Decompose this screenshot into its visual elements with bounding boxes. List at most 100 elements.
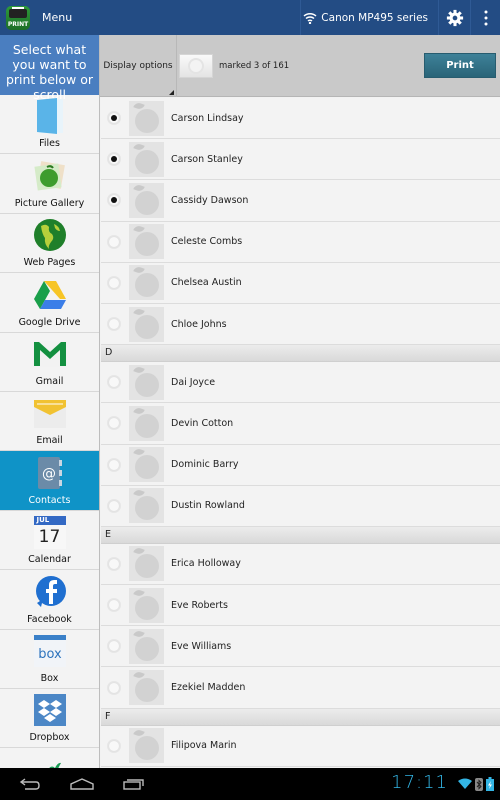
- contact-row[interactable]: Dai Joyce: [101, 362, 500, 404]
- sidebar-item-files[interactable]: Files: [0, 95, 99, 155]
- more-vertical-icon: [484, 10, 487, 25]
- checked-dot-icon: [111, 197, 117, 204]
- contact-checkbox[interactable]: [107, 416, 121, 431]
- sidebar-item-more[interactable]: [0, 748, 99, 768]
- wifi-icon: [303, 12, 317, 24]
- contact-row[interactable]: Chloe Johns: [101, 304, 500, 346]
- sidebar-item-label: Email: [36, 435, 63, 447]
- contact-checkbox-checked[interactable]: [107, 111, 121, 126]
- contact-name: Chloe Johns: [171, 318, 227, 330]
- checked-dot-icon: [111, 115, 117, 122]
- wifi-signal-icon: [458, 778, 472, 789]
- contact-row[interactable]: Eve Roberts: [101, 585, 500, 627]
- settings-button[interactable]: [438, 0, 470, 35]
- mark-all-toggle[interactable]: [179, 53, 213, 78]
- printer-selector[interactable]: Canon MP495 series: [300, 0, 438, 35]
- contact-row[interactable]: Carson Lindsay: [101, 98, 500, 140]
- sidebar-item-label: Facebook: [27, 613, 72, 625]
- contact-row[interactable]: Ezekiel Madden: [101, 667, 500, 709]
- back-button[interactable]: [6, 768, 54, 800]
- contact-checkbox[interactable]: [107, 234, 121, 249]
- contact-checkbox[interactable]: [107, 457, 121, 472]
- sidebar-item-label: Dropbox: [29, 732, 70, 744]
- facebook-icon: [33, 574, 67, 610]
- contact-checkbox[interactable]: [107, 556, 121, 571]
- recent-apps-button[interactable]: [110, 768, 158, 800]
- contact-checkbox-checked[interactable]: [107, 152, 121, 167]
- contact-row[interactable]: Dustin Rowland: [101, 486, 500, 527]
- calendar-icon: JUL 17: [33, 514, 67, 550]
- hummingbird-icon: [33, 752, 67, 768]
- sidebar-item-label: Google Drive: [18, 316, 81, 328]
- contact-checkbox[interactable]: [107, 680, 121, 695]
- status-icons: [458, 777, 494, 791]
- contact-checkbox[interactable]: [107, 375, 121, 390]
- app-logo-icon[interactable]: PRINT: [6, 5, 30, 30]
- app-logo-label: PRINT: [7, 20, 29, 28]
- contact-name: Ezekiel Madden: [171, 682, 246, 694]
- sidebar-item-dropbox[interactable]: Dropbox: [0, 689, 99, 749]
- sidebar-item-label: Gmail: [35, 375, 64, 387]
- contact-checkbox[interactable]: [107, 275, 121, 290]
- contact-name: Cassidy Dawson: [171, 194, 249, 206]
- contact-row[interactable]: Chelsea Austin: [101, 263, 500, 304]
- contact-checkbox[interactable]: [107, 317, 121, 332]
- home-icon: [70, 778, 94, 790]
- contact-name: Chelsea Austin: [171, 277, 242, 289]
- contact-avatar-placeholder-icon: [129, 447, 164, 483]
- contact-avatar-placeholder-icon: [129, 728, 164, 764]
- sidebar-item-picture-gallery[interactable]: Picture Gallery: [0, 154, 99, 214]
- contact-row[interactable]: Celeste Combs: [101, 222, 500, 263]
- printer-name: Canon MP495 series: [321, 11, 428, 24]
- svg-text:box: box: [38, 647, 62, 662]
- contact-checkbox[interactable]: [107, 598, 121, 613]
- sidebar-item-contacts[interactable]: @ Contacts: [0, 451, 99, 511]
- back-icon: [19, 778, 40, 790]
- section-header: E: [101, 526, 500, 544]
- print-button[interactable]: Print: [424, 53, 496, 78]
- contact-row[interactable]: Filipova Marin: [101, 726, 500, 767]
- sidebar-item-web-pages[interactable]: Web Pages: [0, 214, 99, 274]
- contact-avatar-placeholder-icon: [129, 306, 164, 342]
- box-icon: box: [33, 633, 67, 669]
- email-icon: [33, 395, 67, 431]
- contact-row[interactable]: Erica Holloway: [101, 544, 500, 586]
- menu-button[interactable]: Menu: [42, 11, 72, 24]
- contact-name: Eve Williams: [171, 640, 232, 652]
- battery-icon: [486, 777, 494, 791]
- gear-icon: [446, 9, 463, 26]
- contact-name: Dominic Barry: [171, 459, 239, 471]
- contact-row[interactable]: Dominic Barry: [101, 445, 500, 486]
- contact-name: Celeste Combs: [171, 236, 243, 248]
- contact-name: Erica Holloway: [171, 558, 241, 570]
- contact-row[interactable]: Cassidy Dawson: [101, 180, 500, 222]
- contact-list[interactable]: Carson Lindsay Carson Stanley Cassidy Daws…: [101, 98, 500, 768]
- contact-row[interactable]: Eve Williams: [101, 626, 500, 668]
- calendar-month: JUL: [33, 515, 66, 525]
- sidebar-item-email[interactable]: Email: [0, 392, 99, 452]
- sidebar-item-box[interactable]: box Box: [0, 630, 99, 689]
- contact-checkbox-checked[interactable]: [107, 193, 121, 208]
- contact-avatar-placeholder-icon: [129, 265, 164, 301]
- contact-row[interactable]: Devin Cotton: [101, 403, 500, 445]
- sidebar-item-facebook[interactable]: Facebook: [0, 570, 99, 630]
- contact-avatar-placeholder-icon: [129, 670, 164, 706]
- dropbox-icon: [33, 692, 67, 728]
- contact-name: Carson Stanley: [171, 153, 243, 165]
- overflow-menu-button[interactable]: [470, 0, 500, 35]
- section-header: F: [101, 708, 500, 726]
- google-drive-icon: [33, 277, 67, 313]
- display-options-button[interactable]: Display options: [100, 34, 177, 97]
- contact-avatar-placeholder-icon: [129, 224, 164, 260]
- contact-name: Dustin Rowland: [171, 500, 245, 512]
- sidebar-item-google-drive[interactable]: Google Drive: [0, 273, 99, 333]
- contact-checkbox[interactable]: [107, 639, 121, 654]
- contact-checkbox[interactable]: [107, 738, 121, 753]
- contact-avatar-placeholder-icon: [129, 587, 164, 623]
- sidebar-item-calendar[interactable]: JUL 17 Calendar: [0, 511, 99, 571]
- contact-checkbox[interactable]: [107, 498, 121, 513]
- sidebar-item-gmail[interactable]: Gmail: [0, 333, 99, 392]
- radio-icon: [188, 57, 204, 74]
- contact-row[interactable]: Carson Stanley: [101, 139, 500, 181]
- home-button[interactable]: [58, 768, 106, 800]
